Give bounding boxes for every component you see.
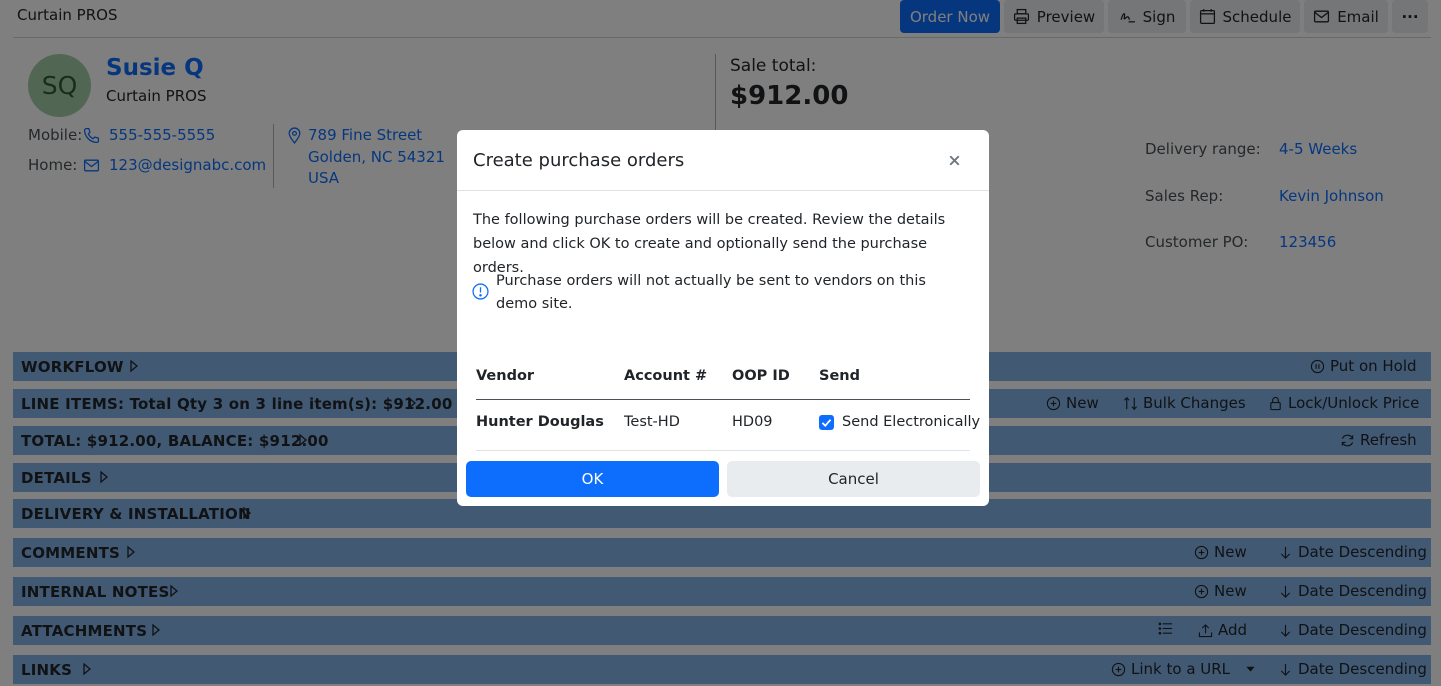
column-header-vendor: Vendor: [476, 368, 535, 384]
dialog-header-divider: [457, 190, 989, 191]
vendor-cell: Hunter Douglas: [476, 414, 604, 430]
cancel-button[interactable]: Cancel: [727, 461, 980, 497]
dialog-title: Create purchase orders: [473, 150, 685, 171]
close-icon[interactable]: [946, 152, 963, 169]
oop-id-cell: HD09: [732, 414, 773, 430]
send-electronically-label[interactable]: Send Electronically: [842, 414, 980, 430]
column-header-oop-id: OOP ID: [732, 368, 790, 384]
column-header-account: Account #: [624, 368, 708, 384]
table-row-divider: [476, 450, 970, 451]
send-electronically-checkbox[interactable]: [819, 415, 834, 430]
info-icon: [472, 283, 489, 300]
table-header-divider: [476, 399, 970, 400]
demo-notice: Purchase orders will not actually be sen…: [496, 273, 926, 312]
column-header-send: Send: [819, 368, 860, 384]
check-icon: [821, 419, 832, 428]
create-purchase-orders-dialog: Create purchase orders The following pur…: [457, 130, 989, 506]
account-cell: Test-HD: [624, 414, 680, 430]
ok-button[interactable]: OK: [466, 461, 719, 497]
